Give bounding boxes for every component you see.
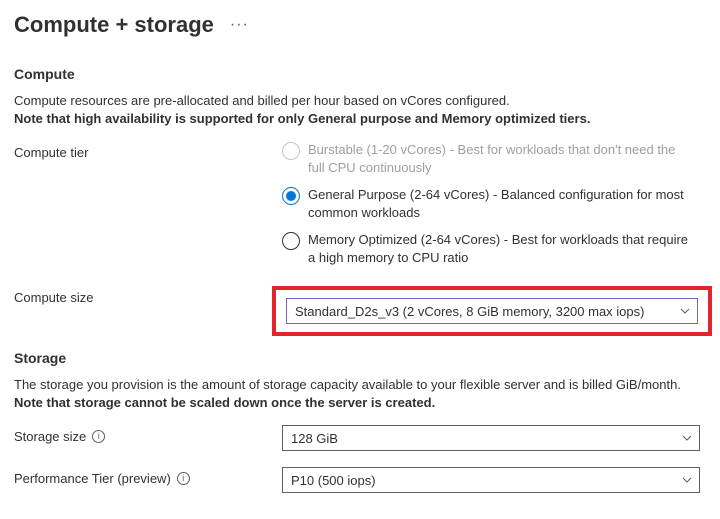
- storage-description-line1: The storage you provision is the amount …: [14, 377, 681, 392]
- radio-icon: [282, 232, 300, 250]
- storage-size-label: Storage size i: [14, 425, 282, 444]
- storage-size-row: Storage size i 128 GiB: [14, 425, 706, 451]
- chevron-down-icon: [681, 474, 693, 486]
- compute-tier-option-general-purpose[interactable]: General Purpose (2-64 vCores) - Balanced…: [282, 186, 692, 221]
- info-icon[interactable]: i: [92, 430, 105, 443]
- compute-tier-label: Compute tier: [14, 141, 282, 160]
- label-text: Storage size: [14, 429, 86, 444]
- radio-icon: [282, 187, 300, 205]
- chevron-down-icon: [679, 305, 691, 317]
- compute-description-line2: Note that high availability is supported…: [14, 111, 590, 126]
- storage-size-select[interactable]: 128 GiB: [282, 425, 700, 451]
- storage-section-heading: Storage: [14, 350, 706, 366]
- select-value: P10 (500 iops): [291, 473, 376, 488]
- chevron-down-icon: [681, 432, 693, 444]
- compute-section-heading: Compute: [14, 66, 706, 82]
- label-text: Performance Tier (preview): [14, 471, 171, 486]
- compute-size-select[interactable]: Standard_D2s_v3 (2 vCores, 8 GiB memory,…: [286, 298, 698, 324]
- select-value: Standard_D2s_v3 (2 vCores, 8 GiB memory,…: [295, 304, 644, 319]
- page-header: Compute + storage ···: [14, 12, 706, 38]
- compute-size-highlight: Standard_D2s_v3 (2 vCores, 8 GiB memory,…: [272, 286, 712, 336]
- storage-description: The storage you provision is the amount …: [14, 376, 704, 411]
- more-actions-icon[interactable]: ···: [226, 14, 253, 36]
- radio-icon: [282, 142, 300, 160]
- storage-description-line2: Note that storage cannot be scaled down …: [14, 395, 435, 410]
- compute-size-label: Compute size: [14, 286, 282, 305]
- radio-label: Burstable (1-20 vCores) - Best for workl…: [308, 141, 692, 176]
- compute-description-line1: Compute resources are pre-allocated and …: [14, 93, 510, 108]
- performance-tier-row: Performance Tier (preview) i P10 (500 io…: [14, 467, 706, 493]
- page-title: Compute + storage: [14, 12, 214, 38]
- radio-label: General Purpose (2-64 vCores) - Balanced…: [308, 186, 692, 221]
- compute-tier-option-memory-optimized[interactable]: Memory Optimized (2-64 vCores) - Best fo…: [282, 231, 692, 266]
- select-value: 128 GiB: [291, 431, 338, 446]
- compute-tier-row: Compute tier Burstable (1-20 vCores) - B…: [14, 141, 706, 266]
- compute-tier-option-burstable: Burstable (1-20 vCores) - Best for workl…: [282, 141, 692, 176]
- performance-tier-select[interactable]: P10 (500 iops): [282, 467, 700, 493]
- performance-tier-label: Performance Tier (preview) i: [14, 467, 282, 486]
- compute-size-row: Compute size Standard_D2s_v3 (2 vCores, …: [14, 286, 706, 336]
- radio-label: Memory Optimized (2-64 vCores) - Best fo…: [308, 231, 692, 266]
- info-icon[interactable]: i: [177, 472, 190, 485]
- compute-description: Compute resources are pre-allocated and …: [14, 92, 704, 127]
- compute-tier-radio-group: Burstable (1-20 vCores) - Best for workl…: [282, 141, 692, 266]
